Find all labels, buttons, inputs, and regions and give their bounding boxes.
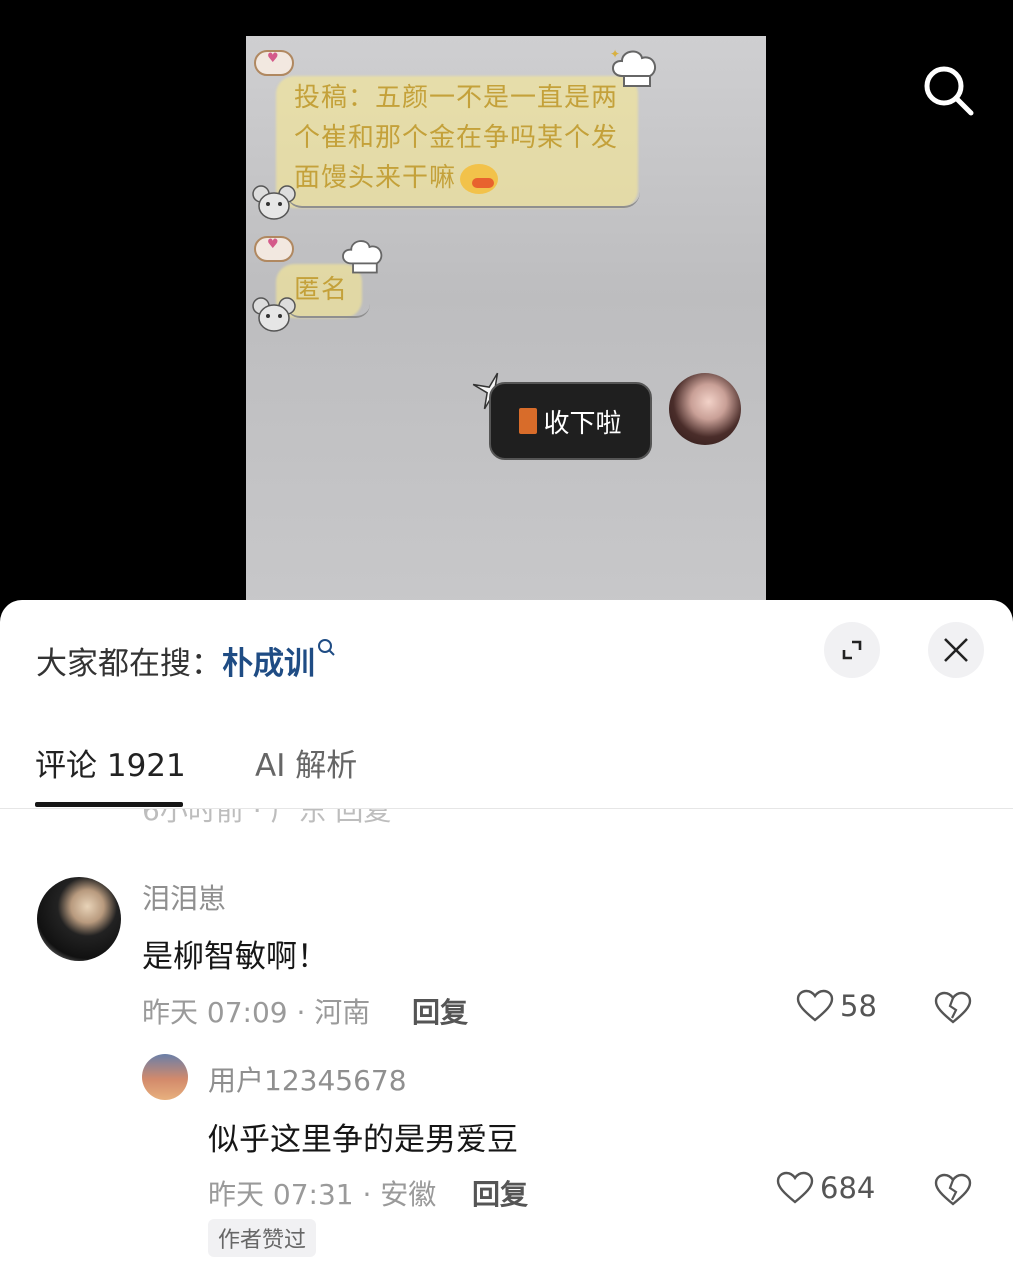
close-button[interactable] <box>928 622 984 678</box>
cut-off-meta-row: 6小时前 · 广东 回复 <box>142 809 392 827</box>
comment-sheet: 大家都在搜：朴成训 评论 1921 AI 解析 6小时前 · 广东 回复 泪泪崽… <box>0 600 1013 1280</box>
close-icon <box>944 638 968 662</box>
reply-pill-label: 收下啦 <box>543 408 622 439</box>
trending-keyword[interactable]: 朴成训 <box>222 646 315 682</box>
broken-heart-icon-2[interactable] <box>934 1173 972 1207</box>
heart-tag-icon-2 <box>254 236 294 262</box>
reply-avatar[interactable] <box>142 1054 188 1100</box>
trending-prefix: 大家都在搜： <box>36 646 222 682</box>
author-liked-badge: 作者赞过 <box>208 1219 317 1257</box>
heart-tag-icon <box>254 50 294 76</box>
post-line-2: 个崔和那个金在争吗某个发 <box>294 123 619 153</box>
book-icon <box>519 408 538 434</box>
like-button[interactable]: 58 <box>796 989 877 1023</box>
chef-hat-sticker-icon-2 <box>342 240 383 274</box>
mouse-sticker-icon <box>252 185 296 220</box>
heart-icon <box>776 1171 814 1204</box>
avatar[interactable] <box>37 877 121 961</box>
creator-avatar[interactable] <box>669 373 741 445</box>
post-text: 投稿：五颜一不是一直是两 个崔和那个金在争吗某个发 面馒头来干嘛 <box>294 78 634 198</box>
tab-bar: 评论 1921 AI 解析 <box>0 730 1013 809</box>
like-count: 58 <box>840 989 877 1023</box>
tab-comments[interactable]: 评论 1921 <box>35 740 186 785</box>
tab-ai-analysis[interactable]: AI 解析 <box>255 740 357 785</box>
broken-heart-icon[interactable] <box>934 991 972 1025</box>
post-line-3-text: 面馒头来干嘛 <box>294 163 457 193</box>
reply-button[interactable]: 回复 <box>412 991 468 1031</box>
comment-text[interactable]: 是柳智敏啊！ <box>142 931 328 976</box>
post-line-3: 面馒头来干嘛 <box>294 158 634 198</box>
reply-meta: 昨天 07:31 · 安徽 <box>208 1178 437 1211</box>
post-line-1: 投稿：五颜一不是一直是两 <box>294 83 619 113</box>
search-icon[interactable] <box>918 60 978 120</box>
heart-icon <box>796 989 834 1022</box>
reply-text[interactable]: 似乎这里争的是男爱豆 <box>208 1114 518 1159</box>
svg-text:✦: ✦ <box>610 47 620 61</box>
trending-search[interactable]: 大家都在搜：朴成训 <box>36 638 337 683</box>
expand-icon <box>842 640 862 660</box>
like-button-2[interactable]: 684 <box>776 1171 875 1205</box>
chef-hat-sticker-icon: ✦ <box>610 47 657 87</box>
comment-list[interactable]: 6小时前 · 广东 回复 泪泪崽 是柳智敏啊！ 昨天 07:09 · 河南 回复… <box>0 809 1013 1280</box>
reply-button-2[interactable]: 回复 <box>472 1173 528 1213</box>
reply-username[interactable]: 用户12345678 <box>208 1059 407 1099</box>
mouse-sticker-icon-2 <box>252 297 296 332</box>
comment-meta: 昨天 07:09 · 河南 <box>142 996 371 1029</box>
expand-button[interactable] <box>824 622 880 678</box>
comment-username[interactable]: 泪泪崽 <box>142 877 226 917</box>
video-frame: 投稿：五颜一不是一直是两 个崔和那个金在争吗某个发 面馒头来干嘛 ✦ 匿名 <box>246 36 766 616</box>
like-count-2: 684 <box>820 1171 876 1205</box>
active-tab-indicator <box>35 802 183 807</box>
video-area[interactable]: 投稿：五颜一不是一直是两 个崔和那个金在争吗某个发 面馒头来干嘛 ✦ 匿名 <box>0 0 1013 640</box>
duck-emoji-icon <box>460 163 499 194</box>
small-search-icon <box>318 639 335 656</box>
reply-pill: 收下啦 <box>489 382 652 460</box>
